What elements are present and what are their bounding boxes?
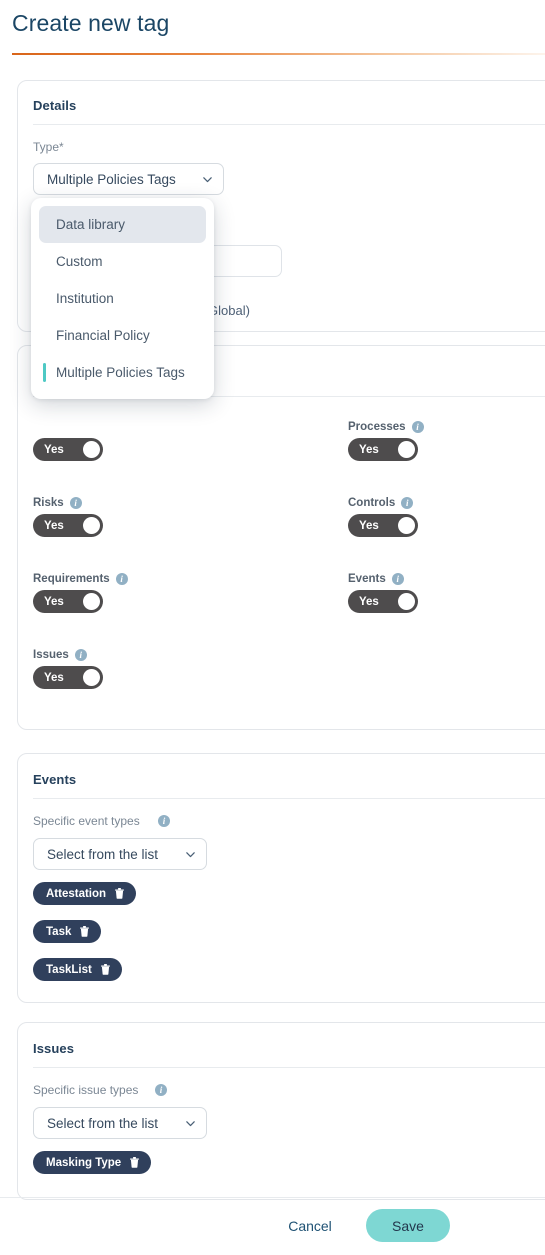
info-icon[interactable]: i: [74, 649, 87, 661]
details-title-divider: [33, 124, 545, 125]
toggle-label-text: Issues: [33, 649, 69, 661]
info-icon[interactable]: i: [158, 815, 170, 827]
trash-icon[interactable]: [130, 1157, 140, 1168]
event-types-label-text: Specific event types: [33, 814, 140, 828]
event-chip-label: Attestation: [46, 887, 107, 900]
issue-types-select-value: Select from the list: [47, 1115, 159, 1131]
toggle-value: Yes: [44, 595, 64, 608]
event-chip: TaskList: [33, 958, 122, 981]
events-section-title: Events: [33, 772, 77, 787]
issue-types-select[interactable]: Select from the list: [33, 1107, 207, 1139]
toggle-label-text: Events: [348, 573, 386, 585]
toggle-label-events: Events i: [348, 573, 404, 585]
event-types-select[interactable]: Select from the list: [33, 838, 207, 870]
toggle-knob: [398, 517, 415, 534]
selected-accent-bar: [43, 363, 46, 382]
toggle-label-processes: Processes i: [348, 421, 424, 433]
toggle-row-0-left[interactable]: Yes: [33, 438, 103, 461]
toggle-knob: [83, 593, 100, 610]
issues-title-divider: [33, 1067, 545, 1068]
dropdown-option-label: Multiple Policies Tags: [56, 365, 185, 380]
info-icon[interactable]: i: [115, 573, 128, 585]
trash-icon[interactable]: [115, 888, 125, 899]
event-chip: Attestation: [33, 882, 137, 905]
toggle-knob: [83, 441, 100, 458]
save-button[interactable]: Save: [366, 1209, 450, 1242]
info-icon[interactable]: i: [155, 1084, 167, 1096]
chevron-down-icon: [185, 1118, 196, 1129]
dropdown-option-label: Data library: [56, 217, 126, 232]
type-dropdown-menu: Data library Custom Institution Financial P…: [31, 198, 214, 399]
issue-types-label: Specific issue types: [33, 1083, 138, 1097]
toggle-label-text: Requirements: [33, 573, 110, 585]
type-field-label: Type*: [33, 140, 64, 154]
chevron-down-icon: [185, 849, 196, 860]
dropdown-option-custom[interactable]: Custom: [39, 243, 206, 280]
page-title: Create new tag: [12, 10, 170, 36]
details-section-title: Details: [33, 98, 77, 113]
type-select[interactable]: Multiple Policies Tags: [33, 163, 224, 195]
toggle-value: Yes: [359, 595, 379, 608]
dropdown-option-financial-policy[interactable]: Financial Policy: [39, 317, 206, 354]
issue-types-label-text: Specific issue types: [33, 1083, 139, 1097]
dropdown-option-label: Institution: [56, 291, 114, 306]
toggle-label-controls: Controls i: [348, 497, 414, 509]
toggle-label-risks: Risks i: [33, 497, 82, 509]
event-chip-label: Task: [46, 925, 72, 938]
dropdown-option-institution[interactable]: Institution: [39, 280, 206, 317]
toggle-label-text: Risks: [33, 497, 64, 509]
toggle-label-text: Processes: [348, 421, 406, 433]
trash-icon[interactable]: [100, 964, 110, 975]
trash-icon[interactable]: [80, 926, 90, 937]
type-select-value: Multiple Policies Tags: [47, 171, 176, 187]
issues-section-title: Issues: [33, 1041, 75, 1056]
toggle-controls[interactable]: Yes: [348, 514, 418, 537]
toggle-label-text: Controls: [348, 497, 396, 509]
toggle-label-requirements: Requirements i: [33, 573, 128, 585]
toggle-value: Yes: [44, 519, 64, 532]
issue-chip: Masking Type: [33, 1151, 152, 1174]
toggle-value: Yes: [44, 443, 64, 456]
info-icon[interactable]: i: [401, 497, 414, 509]
chevron-down-icon: [202, 174, 213, 185]
cancel-button[interactable]: Cancel: [272, 1211, 348, 1241]
toggle-knob: [83, 517, 100, 534]
event-types-label: Specific event types: [33, 814, 140, 828]
scope-global-text: Global): [208, 303, 250, 318]
toggle-requirements[interactable]: Yes: [33, 590, 103, 613]
dropdown-option-label: Financial Policy: [56, 328, 150, 343]
toggle-label-issues: Issues i: [33, 649, 87, 661]
toggle-value: Yes: [359, 443, 379, 456]
issue-chip-label: Masking Type: [46, 1156, 122, 1169]
toggle-knob: [398, 593, 415, 610]
dropdown-option-data-library[interactable]: Data library: [39, 206, 206, 243]
dropdown-option-label: Custom: [56, 254, 103, 269]
toggle-events[interactable]: Yes: [348, 590, 418, 613]
toggle-processes[interactable]: Yes: [348, 438, 418, 461]
event-types-select-value: Select from the list: [47, 846, 159, 862]
header-divider: [12, 53, 545, 55]
toggle-risks[interactable]: Yes: [33, 514, 103, 537]
dropdown-option-multiple-policies-tags[interactable]: Multiple Policies Tags: [39, 354, 206, 391]
create-tag-page: Create new tag Details Type* Multiple Po…: [0, 0, 545, 1255]
toggle-knob: [83, 669, 100, 686]
info-icon[interactable]: i: [69, 497, 82, 509]
events-title-divider: [33, 798, 545, 799]
toggle-value: Yes: [359, 519, 379, 532]
toggle-issues[interactable]: Yes: [33, 666, 103, 689]
footer-divider: [0, 1197, 545, 1198]
info-icon[interactable]: i: [391, 573, 404, 585]
toggle-value: Yes: [44, 671, 64, 684]
event-chip: Task: [33, 920, 102, 943]
event-chip-label: TaskList: [46, 963, 92, 976]
toggle-knob: [398, 441, 415, 458]
info-icon[interactable]: i: [411, 421, 424, 433]
